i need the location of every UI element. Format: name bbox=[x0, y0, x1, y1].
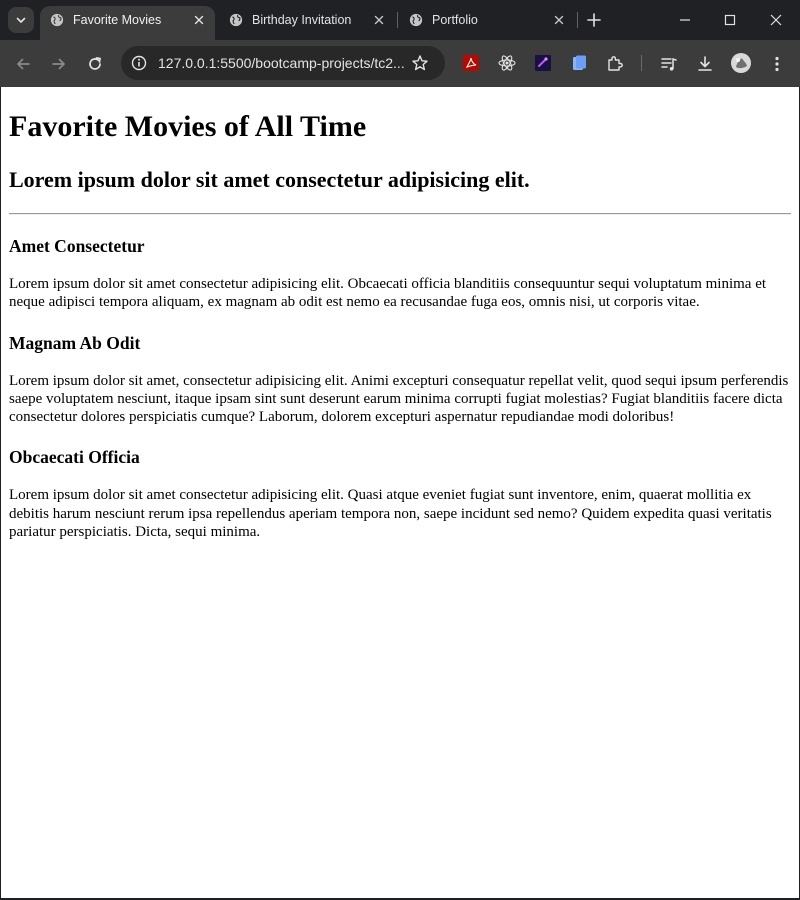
back-button[interactable] bbox=[9, 50, 37, 78]
avatar bbox=[731, 53, 751, 73]
new-tab-button[interactable] bbox=[584, 10, 604, 30]
browser-menu-button[interactable] bbox=[763, 50, 791, 78]
globe-icon bbox=[409, 13, 423, 27]
page-content: Favorite Movies of All Time Lorem ipsum … bbox=[1, 109, 799, 541]
maximize-icon bbox=[724, 14, 736, 26]
url-text[interactable]: 127.0.0.1:5500/bootcamp-projects/tc2... bbox=[158, 55, 408, 71]
more-vertical-icon bbox=[775, 56, 779, 72]
globe-icon bbox=[50, 13, 64, 27]
react-devtools-icon[interactable] bbox=[497, 53, 517, 73]
movie-section: Amet Consectetur Lorem ipsum dolor sit a… bbox=[9, 235, 791, 312]
reload-icon bbox=[89, 57, 101, 70]
purple-extension-icon[interactable] bbox=[533, 53, 553, 73]
section-heading: Magnam Ab Odit bbox=[9, 332, 141, 353]
arrow-right-icon bbox=[52, 58, 65, 70]
close-tab-icon[interactable] bbox=[551, 12, 567, 28]
tab-separator bbox=[577, 12, 578, 28]
tab-title: Favorite Movies bbox=[73, 13, 162, 27]
site-info-icon[interactable] bbox=[131, 55, 147, 71]
adobe-acrobat-icon[interactable] bbox=[461, 53, 481, 73]
downloads-button[interactable] bbox=[691, 50, 719, 78]
page-viewport: Favorite Movies of All Time Lorem ipsum … bbox=[1, 87, 799, 898]
section-paragraph: Lorem ipsum dolor sit amet consectetur a… bbox=[9, 487, 772, 541]
plus-icon bbox=[587, 13, 601, 27]
section-heading: Obcaecati Officia bbox=[9, 447, 140, 468]
tab-birthday-invitation[interactable]: Birthday Invitation bbox=[219, 6, 395, 34]
section-paragraph: Lorem ipsum dolor sit amet, consectetur … bbox=[9, 372, 789, 426]
close-tab-icon[interactable] bbox=[191, 12, 207, 28]
tab-strip: Favorite Movies Birthday Invitation Port… bbox=[0, 0, 800, 40]
tab-search-button[interactable] bbox=[8, 7, 34, 33]
section-paragraph: Lorem ipsum dolor sit amet consectetur a… bbox=[9, 276, 767, 311]
movie-section: Obcaecati Officia Lorem ipsum dolor sit … bbox=[9, 446, 791, 541]
browser-window: Favorite Movies Birthday Invitation Port… bbox=[0, 0, 800, 900]
maximize-button[interactable] bbox=[707, 0, 753, 40]
arrow-left-icon bbox=[17, 58, 30, 70]
profile-button[interactable] bbox=[727, 49, 755, 77]
page-subtitle: Lorem ipsum dolor sit amet consectetur a… bbox=[9, 167, 530, 192]
extensions-puzzle-icon[interactable] bbox=[605, 53, 625, 73]
playlist-music-icon bbox=[661, 57, 677, 71]
close-icon bbox=[770, 14, 782, 26]
media-controls-button[interactable] bbox=[655, 50, 683, 78]
globe-icon bbox=[229, 13, 243, 27]
tab-title: Birthday Invitation bbox=[252, 13, 352, 27]
address-bar[interactable]: 127.0.0.1:5500/bootcamp-projects/tc2... bbox=[121, 46, 445, 80]
divider bbox=[9, 213, 791, 215]
tab-portfolio[interactable]: Portfolio bbox=[399, 6, 575, 34]
close-window-button[interactable] bbox=[753, 0, 799, 40]
star-icon[interactable] bbox=[411, 54, 429, 72]
minimize-icon bbox=[680, 19, 690, 21]
tab-separator bbox=[397, 12, 398, 28]
section-heading: Amet Consectetur bbox=[9, 236, 145, 256]
google-docs-icon[interactable] bbox=[569, 53, 589, 73]
reload-button[interactable] bbox=[81, 50, 109, 78]
page-title: Favorite Movies of All Time bbox=[9, 110, 367, 143]
download-icon bbox=[698, 56, 712, 71]
chevron-down-icon bbox=[16, 17, 26, 23]
tab-title: Portfolio bbox=[432, 13, 478, 27]
toolbar-separator bbox=[641, 55, 642, 71]
close-tab-icon[interactable] bbox=[371, 12, 387, 28]
minimize-button[interactable] bbox=[662, 0, 708, 40]
tab-favorite-movies[interactable]: Favorite Movies bbox=[40, 6, 215, 40]
movie-section: Magnam Ab Odit Lorem ipsum dolor sit ame… bbox=[9, 332, 791, 427]
forward-button[interactable] bbox=[45, 50, 73, 78]
